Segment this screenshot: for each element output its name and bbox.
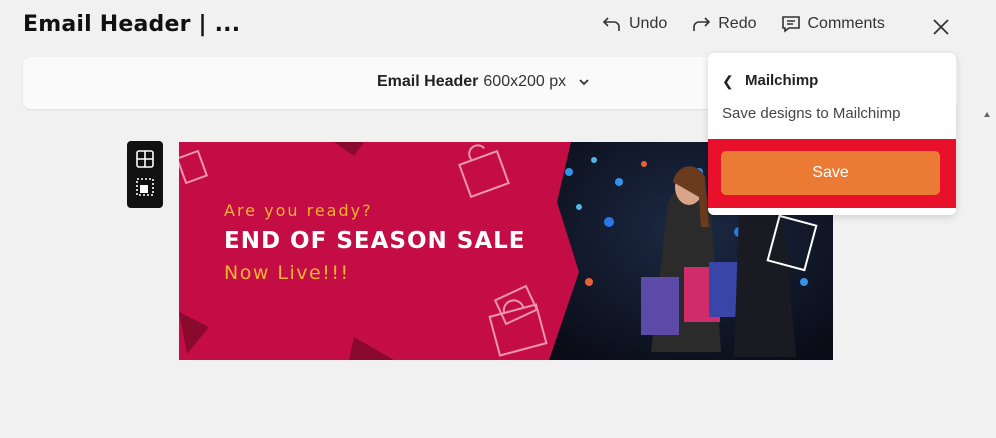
top-actions: Undo Redo Comments: [602, 14, 909, 34]
size-selector[interactable]: Email Header 600x200 px: [377, 73, 591, 91]
close-icon[interactable]: [930, 16, 952, 38]
redo-label: Redo: [718, 15, 757, 32]
undo-label: Undo: [629, 15, 668, 32]
comments-button[interactable]: Comments: [781, 14, 885, 34]
save-button[interactable]: Save: [721, 151, 940, 195]
chevron-down-icon: [579, 79, 589, 86]
canvas-toolbar: [127, 141, 163, 208]
redo-icon: [693, 17, 711, 31]
headline-small: Are you ready?: [224, 201, 373, 220]
redo-button[interactable]: Redo: [691, 14, 757, 34]
headline-main: END OF SEASON SALE: [224, 228, 526, 254]
panel-description: Save designs to Mailchimp: [722, 105, 901, 122]
size-name: Email Header: [377, 73, 479, 90]
comments-icon: [781, 16, 800, 33]
panel-title: Mailchimp: [745, 72, 819, 89]
undo-icon: [602, 17, 620, 31]
chevron-left-icon[interactable]: ❮: [722, 73, 734, 90]
scroll-up-arrow-icon[interactable]: [984, 112, 990, 117]
size-dimensions: 600x200 px: [483, 73, 567, 90]
headline-sub: Now Live!!!: [224, 262, 350, 284]
comments-label: Comments: [807, 15, 885, 32]
page-title: Email Header | ...: [23, 12, 241, 37]
grid-icon[interactable]: [135, 149, 155, 169]
undo-button[interactable]: Undo: [602, 14, 667, 34]
select-area-icon[interactable]: [135, 177, 155, 197]
